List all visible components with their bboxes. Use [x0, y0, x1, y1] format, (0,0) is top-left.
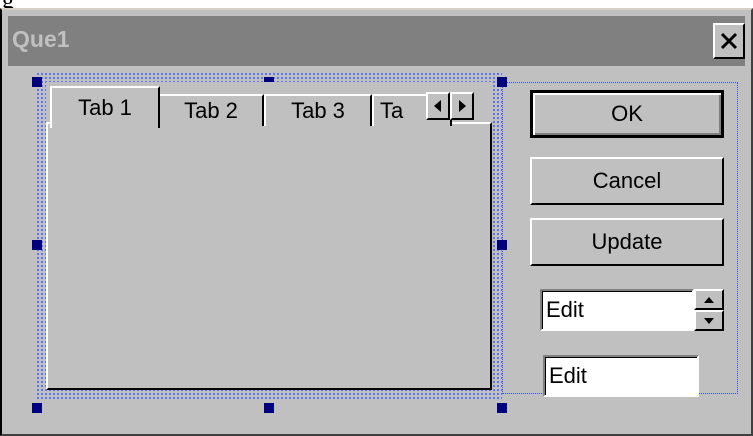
resize-handle-bottom-left[interactable] [32, 403, 42, 413]
triangle-right-icon [459, 100, 466, 112]
close-icon [720, 32, 738, 50]
tab-1[interactable]: Tab 1 [50, 86, 160, 128]
window-title: Que1 [12, 26, 70, 52]
triangle-left-icon [434, 100, 441, 112]
tab-3[interactable]: Tab 3 [264, 94, 372, 126]
background-text-fragment: g [0, 0, 60, 8]
ok-button[interactable]: OK [530, 90, 724, 138]
spin-edit-value: Edit [546, 297, 584, 322]
resize-handle-right[interactable] [497, 240, 507, 250]
triangle-down-icon [704, 317, 714, 324]
resize-handle-bottom-right[interactable] [497, 403, 507, 413]
spin-down-button[interactable] [694, 310, 724, 331]
cancel-button[interactable]: Cancel [530, 157, 724, 205]
edit-value: Edit [549, 363, 587, 388]
edit-field[interactable]: Edit [543, 355, 699, 397]
tab-control: Tab 1 Tab 2 Tab 3 Ta [46, 82, 492, 390]
resize-handle-top-left[interactable] [32, 77, 42, 87]
close-button[interactable] [713, 23, 745, 59]
resize-handle-left[interactable] [32, 240, 42, 250]
tab-label: Tab 2 [184, 98, 238, 123]
spin-control [694, 289, 724, 331]
tab-label: Tab 3 [291, 98, 345, 123]
triangle-up-icon [704, 296, 714, 303]
spin-up-button[interactable] [694, 289, 724, 310]
resize-handle-top-right[interactable] [497, 77, 507, 87]
tab-scroll-right-button[interactable] [450, 92, 474, 120]
tab-scroll-left-button[interactable] [426, 92, 450, 120]
tab-2[interactable]: Tab 2 [158, 94, 264, 126]
tab-page [46, 122, 492, 390]
resize-handle-bottom[interactable] [264, 403, 274, 413]
tab-label: Ta [380, 98, 404, 123]
title-bar[interactable]: Que1 [8, 16, 745, 66]
tab-label: Tab 1 [78, 95, 132, 120]
update-button[interactable]: Update [530, 218, 724, 266]
spin-edit-field[interactable]: Edit [540, 289, 694, 331]
